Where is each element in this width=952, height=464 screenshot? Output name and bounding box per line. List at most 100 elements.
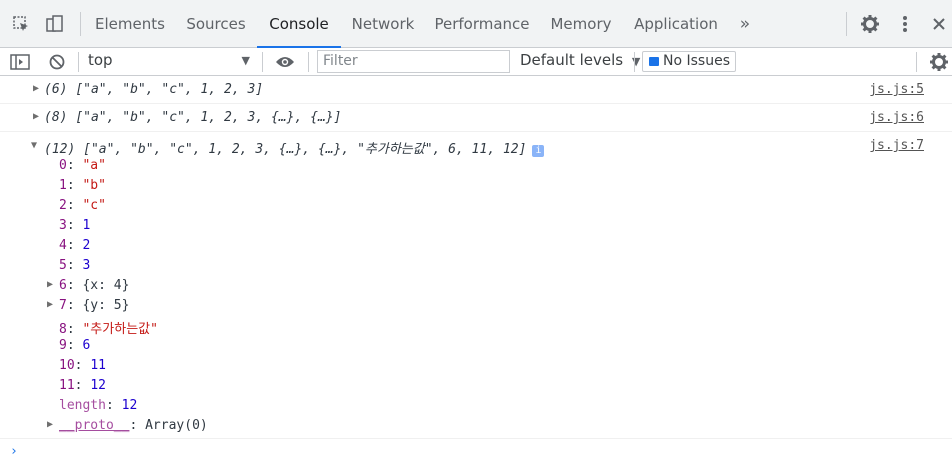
entry-key: 4 [59,238,67,253]
array-length: length: 12 [59,398,138,413]
entry-key: __proto__ [59,418,130,433]
entry-key: 7 [59,298,67,313]
tab-application[interactable]: Application [632,0,720,47]
console-output: ▶ (6) ["a", "b", "c", 1, 2, 3] js.js:5 ▶… [0,76,952,436]
settings-icon[interactable] [927,50,951,74]
prompt-divider [0,438,952,439]
console-message[interactable]: ▼ (12) ["a", "b", "c", 1, 2, 3, {…}, {…}… [0,132,952,436]
context-selector[interactable]: top ▼ [88,48,254,75]
issues-icon [649,57,659,66]
array-entry[interactable]: 7: {y: 5} [59,298,129,313]
tab-network[interactable]: Network [348,0,418,47]
log-levels-dropdown[interactable]: Default levels ▼ [520,48,640,75]
source-link[interactable]: js.js:5 [869,82,924,97]
eye-icon[interactable] [273,50,297,74]
entry-value: Array(0) [145,418,208,433]
more-tabs-icon[interactable]: » [734,0,756,47]
message-text: (8) ["a", "b", "c", 1, 2, 3, {…}, {…}] [44,110,341,125]
tab-console[interactable]: Console [257,0,341,48]
sidebar-toggle-icon[interactable] [8,50,32,74]
entry-key: 11 [59,378,75,393]
expand-arrow-icon[interactable]: ▶ [33,111,39,122]
source-link[interactable]: js.js:6 [869,110,924,125]
tab-elements[interactable]: Elements [94,0,166,47]
entry-key: 9 [59,338,67,353]
tab-sources[interactable]: Sources [182,0,250,47]
entry-value: 12 [90,378,106,393]
array-entry: 2: "c" [59,198,106,213]
entry-value: {y: 5} [82,298,130,313]
message-text: (12) ["a", "b", "c", 1, 2, 3, {…}, {…}, … [44,138,545,157]
array-entry: 8: "추가하는값" [59,322,158,337]
entry-key: 6 [59,278,67,293]
clear-console-icon[interactable] [45,50,69,74]
close-icon[interactable] [927,12,951,36]
array-preview: ["a", "b", "c", 1, 2, 3] [75,82,264,97]
array-proto[interactable]: __proto__: Array(0) [59,418,208,433]
entry-key: 3 [59,218,67,233]
console-toolbar: top ▼ Filter Default levels ▼ No Issues [0,48,952,76]
console-message[interactable]: ▶ (8) ["a", "b", "c", 1, 2, 3, {…}, {…}]… [0,104,952,132]
entry-value: 11 [90,358,106,373]
entry-value: "a" [82,158,106,173]
entry-key: 5 [59,258,67,273]
array-entry[interactable]: 6: {x: 4} [59,278,129,293]
toolbar-divider [916,52,917,72]
issues-button[interactable]: No Issues [642,51,736,72]
source-link[interactable]: js.js:7 [869,138,924,153]
array-count: (6) [44,82,68,97]
kebab-menu-icon[interactable] [893,12,917,36]
message-text: (6) ["a", "b", "c", 1, 2, 3] [44,82,263,97]
entry-key: 1 [59,178,67,193]
device-toggle-icon[interactable] [43,12,67,36]
collapse-arrow-icon[interactable]: ▼ [31,140,37,151]
filter-input[interactable]: Filter [317,50,510,73]
settings-icon[interactable] [858,12,882,36]
array-entry: 4: 2 [59,238,91,253]
toolbar-divider [846,12,847,36]
expand-arrow-icon[interactable]: ▶ [33,83,39,94]
entry-value: {x: 4} [82,278,130,293]
devtools-tabbar: Elements Sources Console Network Perform… [0,0,952,48]
expand-arrow-icon[interactable]: ▶ [47,419,53,430]
toolbar-divider [634,52,635,72]
entry-value: 1 [82,218,91,233]
console-message[interactable]: ▶ (6) ["a", "b", "c", 1, 2, 3] js.js:5 [0,76,952,104]
array-entry: 11: 12 [59,378,106,393]
expand-arrow-icon[interactable]: ▶ [47,299,53,310]
expand-arrow-icon[interactable]: ▶ [47,279,53,290]
entry-key: 10 [59,358,75,373]
array-count: (8) [44,110,68,125]
array-entry: 9: 6 [59,338,91,353]
toolbar-divider [262,52,263,72]
info-icon[interactable]: i [532,145,545,157]
array-preview: ["a", "b", "c", 1, 2, 3, {…}, {…}, "추가하는… [83,142,527,157]
entry-value: 12 [121,398,138,413]
dropdown-arrow-icon: ▼ [241,54,250,67]
array-entry: 3: 1 [59,218,91,233]
log-levels-label: Default levels [520,51,624,69]
array-entry: 10: 11 [59,358,106,373]
entry-value: 3 [82,258,91,273]
issues-label: No Issues [663,53,730,69]
array-preview: ["a", "b", "c", 1, 2, 3, {…}, {…}] [75,110,342,125]
entry-value: "c" [82,198,106,213]
toolbar-divider [308,52,309,72]
tab-memory[interactable]: Memory [548,0,614,47]
console-prompt[interactable]: › [10,444,18,459]
toolbar-divider [78,52,79,72]
entry-value: "추가하는값" [82,322,158,337]
entry-key: 2 [59,198,67,213]
array-entry: 1: "b" [59,178,106,193]
inspect-icon[interactable] [9,12,33,36]
entry-key: 8 [59,322,67,337]
tab-performance[interactable]: Performance [434,0,530,47]
array-entry: 0: "a" [59,158,106,173]
entry-value: "b" [82,178,106,193]
array-entry: 5: 3 [59,258,91,273]
entry-key: length [59,398,106,413]
toolbar-divider [80,12,81,36]
array-count: (12) [44,142,76,157]
entry-value: 6 [82,338,91,353]
entry-value: 2 [82,238,91,253]
